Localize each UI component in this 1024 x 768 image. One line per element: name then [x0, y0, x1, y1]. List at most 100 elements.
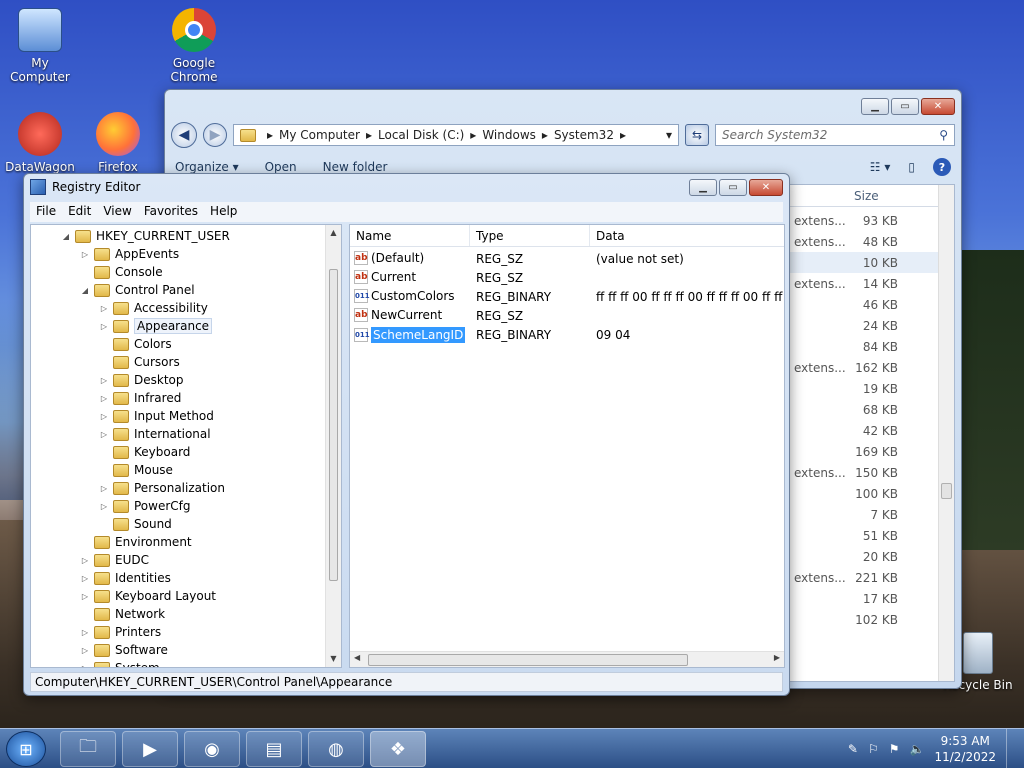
collapse-icon[interactable]: ◢ [80, 286, 90, 295]
tree-item[interactable]: ▷ Identities [80, 569, 171, 587]
expand-icon[interactable]: ▷ [80, 250, 90, 259]
registry-values-list[interactable]: Name Type Data ab (Default) REG_SZ (value n… [349, 224, 785, 668]
tree-item[interactable]: ▷ System [80, 659, 160, 668]
tree-item[interactable]: ▷ Keyboard Layout [80, 587, 216, 605]
tree-item[interactable]: Network [80, 605, 165, 623]
desktop-icon-my-computer[interactable]: My Computer [0, 8, 80, 84]
breadcrumb-system32[interactable]: System32 [554, 128, 614, 142]
menu-help[interactable]: Help [210, 204, 237, 220]
column-type[interactable]: Type [470, 225, 590, 246]
scrollbar-thumb[interactable] [329, 269, 338, 581]
file-list-scrollbar[interactable] [938, 185, 954, 681]
value-row[interactable]: ab NewCurrent REG_SZ [350, 306, 784, 325]
tree-item[interactable]: ◢ HKEY_CURRENT_USER [61, 227, 230, 245]
taskbar-regedit[interactable]: ❖ [370, 731, 426, 767]
tree-item[interactable]: Console [80, 263, 163, 281]
search-input[interactable]: Search System32 ⚲ [715, 124, 955, 146]
refresh-icon[interactable]: ⇆ [685, 124, 709, 146]
expand-icon[interactable]: ▷ [99, 430, 109, 439]
breadcrumb-windows[interactable]: Windows [482, 128, 536, 142]
expand-icon[interactable]: ▷ [99, 376, 109, 385]
tree-item[interactable]: Mouse [99, 461, 173, 479]
value-row[interactable]: ab (Default) REG_SZ (value not set) [350, 249, 784, 268]
tree-item[interactable]: ▷ Desktop [99, 371, 184, 389]
scroll-up-icon[interactable]: ▲ [326, 225, 341, 241]
registry-editor-window[interactable]: Registry Editor ▁ ▭ ✕ File Edit View Fav… [23, 173, 790, 696]
values-hscrollbar[interactable]: ◀ ▶ [350, 651, 784, 667]
menu-edit[interactable]: Edit [68, 204, 91, 220]
tree-item[interactable]: ▷ Printers [80, 623, 161, 641]
scroll-right-icon[interactable]: ▶ [774, 653, 780, 662]
expand-icon[interactable]: ▷ [99, 322, 109, 331]
value-row[interactable]: 011 SchemeLangID REG_BINARY 09 04 [350, 325, 784, 344]
scroll-left-icon[interactable]: ◀ [354, 653, 360, 662]
minimize-button[interactable]: ▁ [689, 178, 717, 196]
help-icon[interactable]: ? [933, 158, 951, 176]
menu-view[interactable]: View [103, 204, 131, 220]
minimize-button[interactable]: ▁ [861, 97, 889, 115]
expand-icon[interactable]: ▷ [99, 502, 109, 511]
breadcrumb-local-disk[interactable]: Local Disk (C:) [378, 128, 464, 142]
maximize-button[interactable]: ▭ [891, 97, 919, 115]
desktop-icon-google-chrome[interactable]: Google Chrome [154, 8, 234, 84]
taskbar-chrome[interactable]: ◉ [184, 731, 240, 767]
desktop-icon-datawagon[interactable]: DataWagon [0, 112, 80, 174]
explorer-titlebar[interactable]: ▁ ▭ ✕ [165, 90, 961, 116]
back-button[interactable]: ◀ [171, 122, 197, 148]
volume-icon[interactable]: 🔈 [910, 742, 925, 756]
tree-item[interactable]: Cursors [99, 353, 180, 371]
tree-item[interactable]: ▷ International [99, 425, 211, 443]
preview-pane-icon[interactable]: ▯ [908, 160, 915, 174]
organize-button[interactable]: Organize ▾ [175, 160, 239, 174]
scrollbar-thumb[interactable] [368, 654, 688, 666]
new-folder-button[interactable]: New folder [323, 160, 388, 174]
registry-tree[interactable]: ◢ HKEY_CURRENT_USER ▷ AppEvents Console ◢ Cont… [30, 224, 342, 668]
breadcrumb-my-computer[interactable]: My Computer [279, 128, 360, 142]
expand-icon[interactable]: ▷ [80, 646, 90, 655]
expand-icon[interactable]: ▷ [99, 304, 109, 313]
column-data[interactable]: Data [590, 225, 784, 246]
expand-icon[interactable]: ▷ [99, 484, 109, 493]
scrollbar-thumb[interactable] [941, 483, 952, 499]
taskbar-media-player[interactable]: ▶ [122, 731, 178, 767]
column-size[interactable]: Size [848, 185, 885, 207]
taskbar-firefox[interactable]: ◍ [308, 731, 364, 767]
collapse-icon[interactable]: ◢ [61, 232, 71, 241]
tree-item[interactable]: Keyboard [99, 443, 190, 461]
value-row[interactable]: ab Current REG_SZ [350, 268, 784, 287]
tree-item[interactable]: ▷ Appearance [99, 317, 213, 335]
network-icon[interactable]: ⚐ [868, 742, 879, 756]
expand-icon[interactable]: ▷ [99, 394, 109, 403]
expand-icon[interactable]: ▷ [80, 628, 90, 637]
address-bar[interactable]: ▸ My Computer ▸ Local Disk (C:) ▸ Window… [233, 124, 679, 146]
expand-icon[interactable]: ▷ [80, 592, 90, 601]
taskbar-explorer[interactable]: 🗀 [60, 731, 116, 767]
view-options-icon[interactable]: ☷ ▾ [870, 160, 891, 174]
chevron-down-icon[interactable]: ▾ [666, 128, 672, 142]
show-desktop-button[interactable] [1006, 729, 1018, 768]
desktop-icon-firefox[interactable]: Firefox [78, 112, 158, 174]
maximize-button[interactable]: ▭ [719, 178, 747, 196]
start-button[interactable]: ⊞ [6, 731, 46, 767]
tree-item[interactable]: Sound [99, 515, 172, 533]
tablet-input-icon[interactable]: ✎ [848, 742, 858, 756]
tree-item[interactable]: Environment [80, 533, 192, 551]
close-button[interactable]: ✕ [921, 97, 955, 115]
tree-item[interactable]: ▷ Input Method [99, 407, 214, 425]
open-button[interactable]: Open [265, 160, 297, 174]
taskbar-notepad[interactable]: ▤ [246, 731, 302, 767]
tree-item[interactable]: ▷ Personalization [99, 479, 225, 497]
tree-item[interactable]: ◢ Control Panel [80, 281, 195, 299]
expand-icon[interactable]: ▷ [80, 574, 90, 583]
tree-item[interactable]: ▷ PowerCfg [99, 497, 191, 515]
tree-item[interactable]: ▷ AppEvents [80, 245, 179, 263]
value-row[interactable]: 011 CustomColors REG_BINARY ff ff ff 00 ff … [350, 287, 784, 306]
tree-item[interactable]: ▷ Infrared [99, 389, 181, 407]
menu-favorites[interactable]: Favorites [144, 204, 198, 220]
expand-icon[interactable]: ▷ [80, 664, 90, 668]
column-name[interactable]: Name [350, 225, 470, 246]
tree-item[interactable]: ▷ Accessibility [99, 299, 208, 317]
forward-button[interactable]: ▶ [203, 123, 227, 147]
tree-item[interactable]: Colors [99, 335, 172, 353]
tree-item[interactable]: ▷ Software [80, 641, 168, 659]
